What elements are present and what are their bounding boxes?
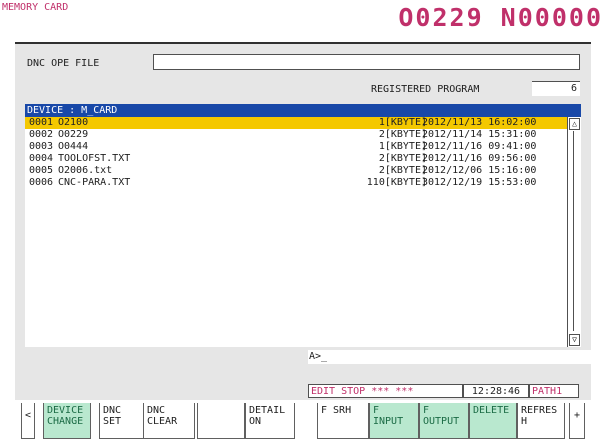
file-number: 0001 [29, 117, 54, 128]
mode-status: EDIT STOP *** *** [308, 384, 463, 398]
clock: 12:28:46 [463, 384, 529, 398]
file-number: 0003 [29, 141, 54, 152]
registered-program-label: REGISTERED PROGRAM [371, 84, 480, 95]
softkey-f-input[interactable]: F INPUT [369, 403, 419, 439]
file-size: 2[KBYTE] [378, 153, 427, 164]
scroll-down-icon[interactable]: ▽ [569, 334, 580, 346]
title-bar: MEMORY CARD O0229 N00000 [0, 0, 609, 40]
registered-program-count: 6 [532, 81, 580, 96]
file-row[interactable]: 0005 O2006.txt 2[KBYTE] 2012/12/06 15:16… [25, 165, 567, 177]
status-area: A>_ EDIT STOP *** *** 12:28:46 PATH1 [15, 348, 591, 400]
file-number: 0005 [29, 165, 54, 176]
file-name: CNC-PARA.TXT [58, 177, 131, 188]
file-date: 2012/11/16 09:41:00 [422, 141, 537, 152]
softkey-f-srh[interactable]: F SRH [317, 403, 369, 439]
softkey-next-button[interactable]: + [569, 403, 585, 439]
file-size: 1[KBYTE] [378, 141, 427, 152]
file-name: O0444 [58, 141, 89, 152]
file-number: 0006 [29, 177, 54, 188]
softkey-dnc-clear[interactable]: DNC CLEAR [143, 403, 195, 439]
file-row[interactable]: 0006 CNC-PARA.TXT 110[KBYTE] 3012/12/19 … [25, 177, 567, 189]
dnc-ope-file-label: DNC OPE FILE [27, 58, 100, 69]
file-number: 0002 [29, 129, 54, 140]
file-size: 2[KBYTE] [378, 129, 427, 140]
file-name: TOOLOFST.TXT [58, 153, 131, 164]
file-number: 0004 [29, 153, 54, 164]
file-list: 0001 O2100 1[KBYTE] 2012/11/13 16:02:00 … [25, 117, 581, 347]
file-size: 110[KBYTE] [366, 177, 427, 188]
file-date: 2012/11/16 09:56:00 [422, 153, 537, 164]
file-size: 1[KBYTE] [378, 117, 427, 128]
file-date: 2012/11/14 15:31:00 [422, 129, 537, 140]
file-row[interactable]: 0001 O2100 1[KBYTE] 2012/11/13 16:02:00 [25, 117, 567, 129]
key-input-line[interactable]: A>_ [308, 350, 591, 364]
softkey-device-change[interactable]: DEVICE CHANGE [43, 403, 91, 439]
file-row[interactable]: 0002 O0229 2[KBYTE] 2012/11/14 15:31:00 [25, 129, 567, 141]
file-row[interactable]: 0004 TOOLOFST.TXT 2[KBYTE] 2012/11/16 09… [25, 153, 567, 165]
softkey-dnc-set[interactable]: DNC SET [99, 403, 145, 439]
softkey-delete[interactable]: DELETE [469, 403, 517, 439]
file-name: O0229 [58, 129, 89, 140]
file-name: O2100 [58, 117, 89, 128]
program-numbers: O0229 N00000 [398, 3, 603, 32]
file-size: 2[KBYTE] [378, 165, 427, 176]
file-name: O2006.txt [58, 165, 113, 176]
file-row[interactable]: 0003 O0444 1[KBYTE] 2012/11/16 09:41:00 [25, 141, 567, 153]
device-header: DEVICE : M_CARD [25, 104, 581, 117]
dnc-ope-file-field[interactable] [153, 54, 580, 70]
softkey-f-output[interactable]: F OUTPUT [419, 403, 469, 439]
scroll-track[interactable] [573, 131, 574, 331]
softkey-bar: < DEVICE CHANGE DNC SET DNC CLEAR DETAIL… [15, 400, 591, 444]
file-date: 3012/12/19 15:53:00 [422, 177, 537, 188]
path-indicator: PATH1 [529, 384, 579, 398]
file-date: 2012/12/06 15:16:00 [422, 165, 537, 176]
softkey-blank[interactable] [197, 403, 245, 439]
softkey-refresh[interactable]: REFRES H [517, 403, 565, 439]
file-date: 2012/11/13 16:02:00 [422, 117, 537, 128]
softkey-prev-button[interactable]: < [21, 403, 35, 439]
screen-name: MEMORY CARD [2, 2, 69, 13]
scroll-up-icon[interactable]: △ [569, 118, 580, 130]
main-panel: DNC OPE FILE REGISTERED PROGRAM 6 DEVICE… [15, 42, 591, 348]
softkey-detail-on[interactable]: DETAIL ON [245, 403, 295, 439]
cnc-screen: MEMORY CARD O0229 N00000 DNC OPE FILE RE… [0, 0, 609, 444]
file-list-scrollbar[interactable]: △ ▽ [567, 117, 581, 347]
